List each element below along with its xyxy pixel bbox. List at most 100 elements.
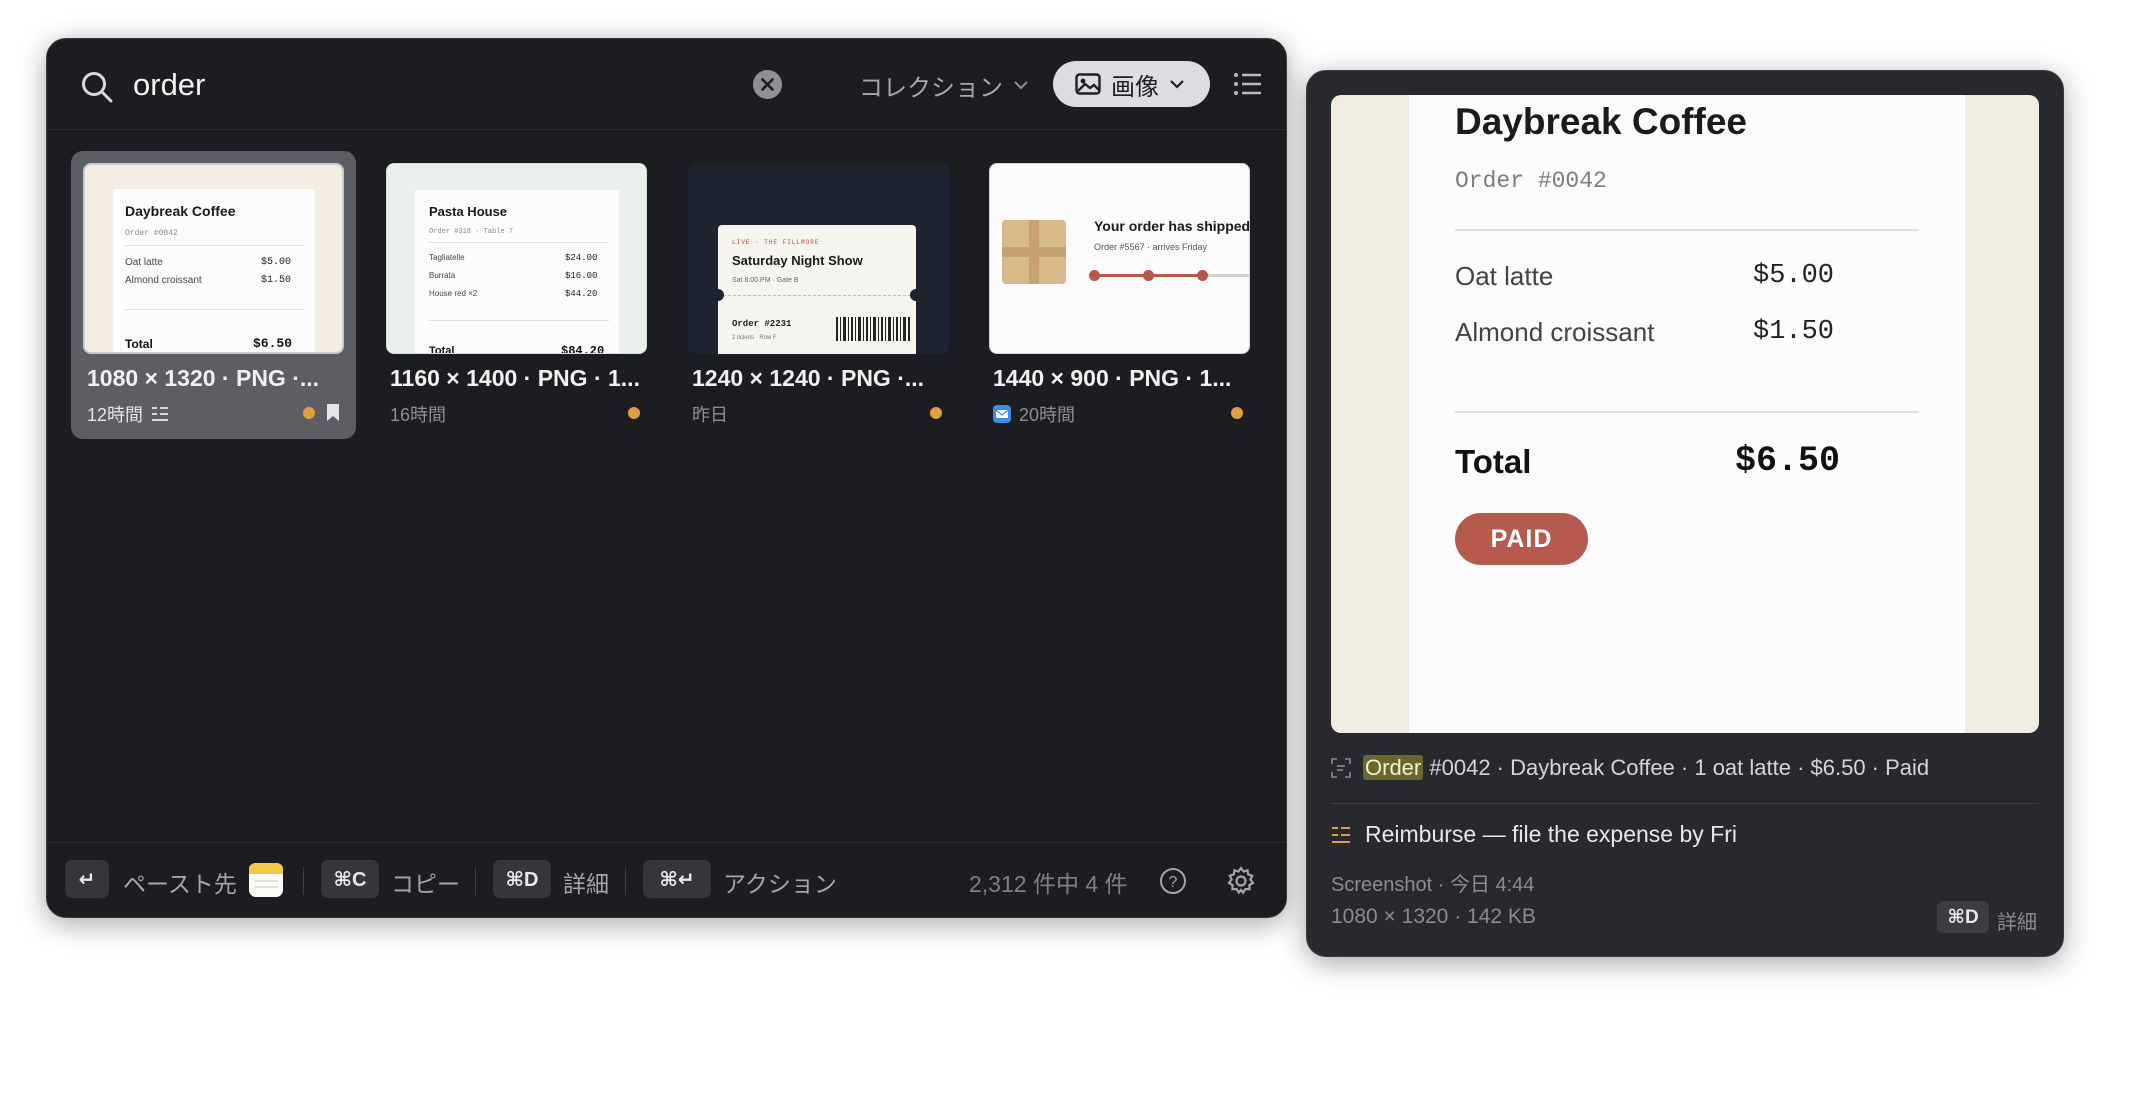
source-meta: Screenshot · 今日 4:44 [1331, 874, 1535, 896]
detail-key[interactable]: ⌘D [493, 860, 551, 898]
image-icon [1075, 73, 1101, 95]
bookmark-icon [327, 404, 339, 421]
receipt-item: Almond croissant [1455, 317, 1655, 347]
result-thumbnail: Daybreak Coffee Order #0042 Oat latte $5… [83, 163, 344, 354]
note-text: Reimburse — file the expense by Fri [1365, 821, 1737, 847]
receipt-total-label: Total [1455, 443, 1532, 480]
help-icon[interactable]: ? [1159, 867, 1187, 895]
search-input[interactable] [133, 63, 693, 107]
receipt-price: $1.50 [1753, 317, 1835, 347]
receipt-order: Order #0042 [1455, 168, 1607, 194]
thumb-total: $6.50 [253, 336, 293, 351]
gear-icon[interactable] [1225, 865, 1257, 897]
result-thumbnail: Your order has shipped Order #5567 · arr… [989, 163, 1250, 354]
thumb-detail: Order #5567 · arrives Friday [1094, 242, 1208, 252]
status-dot [1231, 407, 1243, 419]
preview-panel: Daybreak Coffee Order #0042 Oat latte $5… [1306, 70, 2064, 957]
copy-key[interactable]: ⌘C [321, 860, 379, 898]
result-card-2[interactable]: Pasta House Order #318 · Table 7 Tagliat… [374, 151, 659, 439]
thumb-total-label: Total [429, 345, 455, 354]
note[interactable]: Reimburse — file the expense by Fri [1331, 821, 1737, 848]
paid-stamp: PAID [1455, 513, 1588, 565]
type-filter-label: 画像 [1111, 73, 1159, 101]
thumb-total-label: Total [125, 337, 153, 351]
result-card-3[interactable]: LIVE · THE FILLMORE Saturday Night Show … [676, 151, 961, 439]
notes-app-icon [249, 863, 283, 897]
result-title: 1080 × 1320 · PNG ·... [87, 365, 320, 391]
divider [1455, 411, 1919, 413]
result-title: 1240 × 1240 · PNG ·... [692, 365, 925, 391]
svg-text:?: ? [1169, 874, 1178, 891]
copy-label[interactable]: コピー [391, 865, 460, 899]
result-time: 12時間 [87, 405, 144, 425]
collection-label: コレクション [859, 74, 1003, 102]
chevron-down-icon [1170, 80, 1184, 89]
result-card-4[interactable]: Your order has shipped Order #5567 · arr… [977, 151, 1262, 439]
thumb-price: $5.00 [261, 257, 292, 268]
thumb-tag: LIVE · THE FILLMORE [732, 239, 820, 246]
divider [303, 867, 304, 895]
detail-label[interactable]: 詳細 [563, 865, 609, 899]
receipt-shop: Daybreak Coffee [1455, 101, 1748, 142]
divider [625, 867, 626, 895]
thumb-detail: Sat 8:00 PM · Gate B [732, 277, 799, 284]
result-thumbnail: LIVE · THE FILLMORE Saturday Night Show … [688, 163, 949, 354]
thumb-shop: Daybreak Coffee [125, 203, 236, 219]
result-card-1[interactable]: Daybreak Coffee Order #0042 Oat latte $5… [71, 151, 356, 439]
collection-dropdown[interactable]: コレクション [859, 67, 1029, 103]
thumb-item: House red ×2 [429, 289, 478, 298]
detail-label[interactable]: 詳細 [1997, 906, 2037, 935]
status-dot [930, 407, 942, 419]
action-key[interactable]: ⌘↵ [643, 860, 711, 898]
receipt-price: $5.00 [1753, 261, 1835, 291]
paste-label[interactable]: ペースト先 [123, 865, 237, 899]
chevron-down-icon [1014, 81, 1028, 90]
result-title: 1160 × 1400 · PNG · 1... [390, 365, 640, 391]
ocr-rest: #0042 · Daybreak Coffee · 1 oat latte · … [1429, 755, 1930, 780]
thumb-item: Oat latte [125, 257, 163, 268]
thumb-item: Almond croissant [125, 275, 202, 286]
divider [1331, 803, 2039, 804]
clear-search-icon[interactable] [753, 70, 782, 99]
thumb-headline: Your order has shipped [1094, 218, 1250, 234]
paste-key[interactable]: ↵ [65, 860, 109, 898]
detail-key[interactable]: ⌘D [1937, 901, 1989, 933]
ocr-highlight: Order [1363, 755, 1424, 780]
result-count: 2,312 件中 4 件 [969, 871, 1128, 897]
status-dot [303, 407, 315, 419]
result-meta: 昨日 [692, 401, 728, 427]
barcode-icon [836, 317, 910, 341]
result-title: 1440 × 900 · PNG · 1... [993, 365, 1232, 391]
progress-step [1197, 270, 1208, 281]
list-view-icon[interactable] [1233, 70, 1263, 98]
thumb-order: Order #2231 [732, 319, 792, 329]
result-time: 20時間 [1019, 405, 1076, 425]
note-icon [1332, 826, 1350, 843]
dimensions-meta: 1080 × 1320 · 142 KB [1331, 905, 1536, 928]
action-label[interactable]: アクション [723, 865, 837, 899]
mail-app-icon [993, 405, 1011, 423]
type-filter-button[interactable]: 画像 [1053, 61, 1210, 107]
thumb-price: $16.00 [565, 271, 598, 281]
ocr-text: Order #0042 · Daybreak Coffee · 1 oat la… [1331, 755, 1929, 781]
progress-step [1089, 270, 1100, 281]
thumb-item: Tagliatelle [429, 253, 465, 262]
result-meta: 20時間 [993, 401, 1075, 427]
thumb-price: $44.20 [565, 289, 598, 299]
package-icon [1002, 220, 1066, 284]
search-window: コレクション 画像 Daybreak Coffee Order #0042 [46, 38, 1287, 918]
result-time: 16時間 [390, 405, 447, 425]
receipt-paper: Daybreak Coffee Order #0042 Oat latte $5… [1409, 95, 1965, 733]
divider [475, 867, 476, 895]
status-dot [628, 407, 640, 419]
thumb-order: Order #0042 [125, 229, 178, 238]
action-bar: ↵ ペースト先 ⌘C コピー ⌘D 詳細 ⌘↵ アクション 2,312 件中 4… [47, 842, 1286, 917]
progress-step [1143, 270, 1154, 281]
text-recognition-icon [1331, 758, 1351, 778]
thumb-event: Saturday Night Show [732, 253, 863, 268]
result-meta: 16時間 [390, 401, 446, 427]
thumb-seats: 2 tickets · Row F [732, 335, 777, 341]
search-icon [82, 72, 113, 103]
thumb-item: Burrata [429, 271, 456, 280]
thumb-shop: Pasta House [429, 204, 508, 219]
